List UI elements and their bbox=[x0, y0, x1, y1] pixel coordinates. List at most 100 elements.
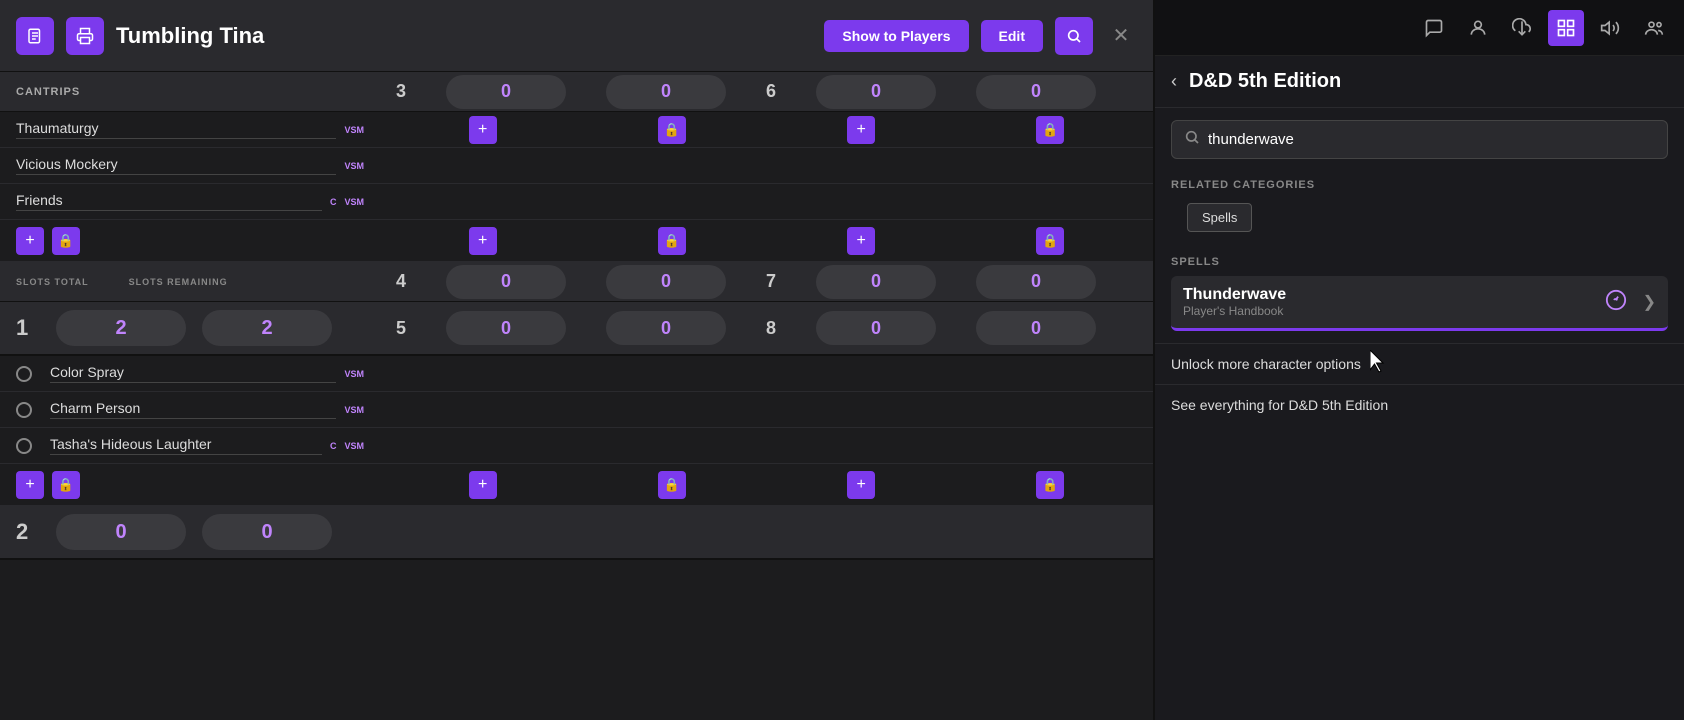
level6-slot2-pill: 0 bbox=[976, 75, 1096, 109]
spells-category-tag[interactable]: Spells bbox=[1187, 203, 1252, 232]
edit-button[interactable]: Edit bbox=[981, 20, 1043, 52]
friends-tag-vsm: VSM bbox=[344, 197, 364, 207]
level4-section-header: SLOTS TOTAL SLOTS REMAINING 4 0 0 7 0 bbox=[0, 262, 1153, 302]
search-input[interactable] bbox=[1208, 131, 1655, 148]
see-everything-link[interactable]: See everything for D&D 5th Edition bbox=[1155, 384, 1684, 425]
cantrip-add-btn[interactable]: + bbox=[16, 227, 44, 255]
import-icon-btn[interactable] bbox=[1504, 10, 1540, 46]
charm-person-tag: VSM bbox=[344, 405, 364, 415]
close-button[interactable]: ✕ bbox=[1105, 20, 1137, 52]
level5-slot2-val: 0 bbox=[661, 318, 671, 339]
level3-slot2-pill: 0 bbox=[606, 75, 726, 109]
level4b-badge: 5 bbox=[396, 318, 406, 339]
level4-slot2-val: 0 bbox=[661, 271, 671, 292]
cantrip-action-row: + 🔒 + 🔒 + 🔒 bbox=[0, 220, 1153, 262]
thaumaturgy-right: + 🔒 + 🔒 bbox=[380, 112, 1153, 147]
color-spray-radio[interactable] bbox=[16, 366, 32, 382]
level5-slot2-pill: 0 bbox=[606, 311, 726, 345]
spell-content-area: CANTRIPS 3 0 0 6 0 0 bbox=[0, 72, 1153, 720]
thunderwave-info: Thunderwave Player's Handbook bbox=[1183, 286, 1605, 318]
friends-tag-c: C bbox=[330, 197, 337, 207]
slots-labels: SLOTS TOTAL SLOTS REMAINING bbox=[0, 262, 380, 301]
level4-slot-numbers: 4 0 0 7 0 0 bbox=[380, 262, 1153, 301]
sidebar-topbar bbox=[1155, 0, 1684, 56]
print-icon-btn[interactable] bbox=[66, 17, 104, 55]
thunderwave-expand-icon[interactable]: ❯ bbox=[1643, 292, 1656, 312]
search-box[interactable] bbox=[1171, 120, 1668, 159]
spell-charm-person-row: Charm Person VSM bbox=[0, 392, 1153, 428]
level7-slot1-pill: 0 bbox=[816, 265, 936, 299]
character-panel: Tumbling Tina Show to Players Edit ✕ CAN… bbox=[0, 0, 1155, 720]
spells-section-label: SPELLS bbox=[1155, 248, 1684, 272]
level1-add-btn[interactable]: + bbox=[16, 471, 44, 499]
cantrip-right-lock2-btn[interactable]: 🔒 bbox=[1036, 227, 1064, 255]
level2-slots-row: 2 0 0 bbox=[0, 506, 1153, 560]
spell-color-spray-row: Color Spray VSM bbox=[0, 356, 1153, 392]
thaumaturgy-left: Thaumaturgy VSM bbox=[0, 112, 380, 147]
level7-slot2-pill: 0 bbox=[976, 265, 1096, 299]
cantrip-right-add2-btn[interactable]: + bbox=[847, 227, 875, 255]
spell-charm-person-name: Charm Person bbox=[50, 400, 336, 419]
grid-icon-btn[interactable] bbox=[1548, 10, 1584, 46]
level3-slot1-pill: 0 bbox=[446, 75, 566, 109]
chat-icon-btn[interactable] bbox=[1416, 10, 1452, 46]
level8-slot1-val: 0 bbox=[871, 318, 881, 339]
level2-remaining-pill: 0 bbox=[202, 514, 332, 550]
show-to-players-button[interactable]: Show to Players bbox=[824, 20, 968, 52]
sidebar-title-section: ‹ D&D 5th Edition bbox=[1155, 56, 1684, 108]
level2-badge: 2 bbox=[16, 519, 40, 545]
header-search-button[interactable] bbox=[1055, 17, 1093, 55]
cantrip-right-lock1-btn[interactable]: 🔒 bbox=[658, 227, 686, 255]
thaumaturgy-add2-btn[interactable]: + bbox=[847, 116, 875, 144]
friends-right bbox=[380, 184, 1153, 219]
cantrip-right-add1-btn[interactable]: + bbox=[469, 227, 497, 255]
level1-right-add1-btn[interactable]: + bbox=[469, 471, 497, 499]
character-name: Tumbling Tina bbox=[116, 23, 812, 49]
level1-remaining-pill: 2 bbox=[202, 310, 332, 346]
level1-action-row: + 🔒 + 🔒 + 🔒 bbox=[0, 464, 1153, 506]
level1-right-add2-btn[interactable]: + bbox=[847, 471, 875, 499]
search-icon bbox=[1184, 129, 1200, 150]
back-arrow-btn[interactable]: ‹ bbox=[1171, 71, 1177, 92]
related-categories-label: RELATED CATEGORIES bbox=[1155, 171, 1684, 195]
level3-badge: 3 bbox=[396, 81, 406, 102]
audio-icon-btn[interactable] bbox=[1592, 10, 1628, 46]
unlock-options-link[interactable]: Unlock more character options bbox=[1155, 343, 1684, 384]
cantrip-slot-numbers: 3 0 0 6 0 0 bbox=[380, 72, 1153, 111]
level1-right-lock2-btn[interactable]: 🔒 bbox=[1036, 471, 1064, 499]
sheet-icon-btn[interactable] bbox=[16, 17, 54, 55]
friends-left: Friends C VSM bbox=[0, 184, 380, 219]
character-icon-btn[interactable] bbox=[1460, 10, 1496, 46]
spell-friends-name: Friends bbox=[16, 192, 322, 211]
tashas-tag-vsm: VSM bbox=[344, 441, 364, 451]
level8-slot2-val: 0 bbox=[1031, 318, 1041, 339]
users-icon-btn[interactable] bbox=[1636, 10, 1672, 46]
level7-slot2-val: 0 bbox=[1031, 271, 1041, 292]
level8-slot2-pill: 0 bbox=[976, 311, 1096, 345]
tashas-laughter-radio[interactable] bbox=[16, 438, 32, 454]
thunderwave-icon bbox=[1605, 289, 1627, 316]
thaumaturgy-lock1-btn[interactable]: 🔒 bbox=[658, 116, 686, 144]
level6-slot1-val: 0 bbox=[871, 81, 881, 102]
level3-slot1-val: 0 bbox=[501, 81, 511, 102]
tashas-laughter-right bbox=[380, 428, 1153, 463]
level2-total-val: 0 bbox=[115, 521, 126, 544]
thaumaturgy-add-btn[interactable]: + bbox=[469, 116, 497, 144]
level5-slot1-pill: 0 bbox=[446, 311, 566, 345]
color-spray-right bbox=[380, 356, 1153, 391]
sidebar-panel: ‹ D&D 5th Edition RELATED CATEGORIES Spe… bbox=[1155, 0, 1684, 720]
cantrip-alr-right: + 🔒 + 🔒 bbox=[380, 220, 1153, 261]
level2-remaining-val: 0 bbox=[261, 521, 272, 544]
vicious-mockery-left: Vicious Mockery VSM bbox=[0, 148, 380, 183]
thaumaturgy-lock2-btn[interactable]: 🔒 bbox=[1036, 116, 1064, 144]
thunderwave-result-item[interactable]: Thunderwave Player's Handbook ❯ bbox=[1171, 276, 1668, 331]
level8-slot1-pill: 0 bbox=[816, 311, 936, 345]
level6-slot2-val: 0 bbox=[1031, 81, 1041, 102]
spell-tashas-laughter-row: Tasha's Hideous Laughter C VSM bbox=[0, 428, 1153, 464]
tashas-laughter-left: Tasha's Hideous Laughter C VSM bbox=[0, 428, 380, 463]
cantrip-lock-btn[interactable]: 🔒 bbox=[52, 227, 80, 255]
level1-right-lock1-btn[interactable]: 🔒 bbox=[658, 471, 686, 499]
charm-person-radio[interactable] bbox=[16, 402, 32, 418]
level4-slot2-pill: 0 bbox=[606, 265, 726, 299]
level1-lock-btn[interactable]: 🔒 bbox=[52, 471, 80, 499]
